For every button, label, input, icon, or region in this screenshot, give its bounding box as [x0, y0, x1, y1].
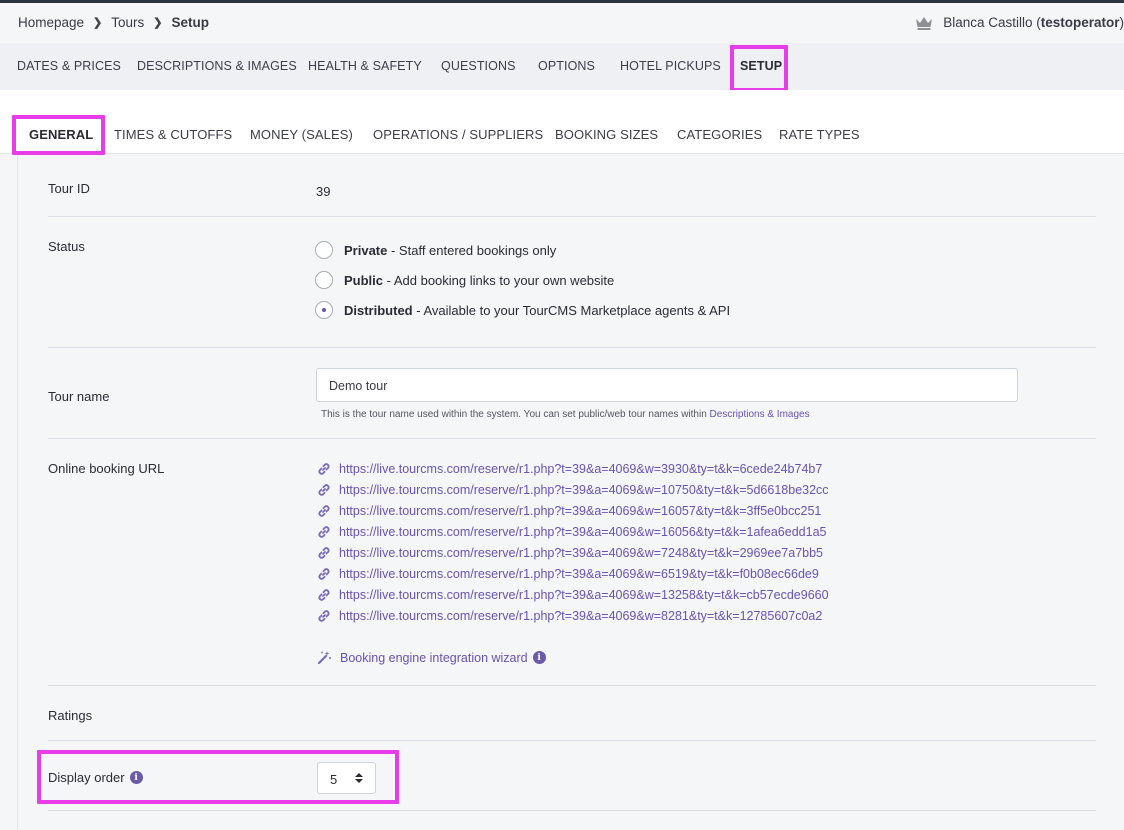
info-icon[interactable]: i — [532, 651, 546, 664]
link-icon — [318, 610, 330, 622]
link-icon — [318, 547, 330, 559]
tab-options[interactable]: OPTIONS — [538, 59, 595, 73]
link-icon — [318, 568, 330, 580]
status-distributed-title: Distributed — [344, 302, 413, 318]
tab-times-cutoffs[interactable]: TIMES & CUTOFFS — [114, 127, 232, 142]
divider — [48, 438, 1096, 439]
link-icon — [318, 463, 330, 475]
link-icon — [318, 589, 330, 601]
user-account-open: ( — [1032, 15, 1041, 30]
divider — [48, 347, 1096, 348]
booking-url-link[interactable]: https://live.tourcms.com/reserve/r1.php?… — [317, 567, 819, 581]
tab-categories[interactable]: CATEGORIES — [677, 127, 762, 142]
tab-hotel-pickups[interactable]: HOTEL PICKUPS — [620, 59, 721, 73]
divider — [48, 216, 1096, 217]
tab-dates-prices[interactable]: DATES & PRICES — [17, 59, 121, 73]
booking-url-link[interactable]: https://live.tourcms.com/reserve/r1.php?… — [317, 462, 822, 476]
breadcrumb: Homepage ❯ Tours ❯ Setup — [18, 15, 209, 30]
booking-url-text[interactable]: https://live.tourcms.com/reserve/r1.php?… — [339, 525, 826, 539]
descriptions-images-link[interactable]: Descriptions & Images — [710, 409, 810, 420]
booking-url-link[interactable]: https://live.tourcms.com/reserve/r1.php?… — [317, 546, 823, 560]
breadcrumb-bar: Homepage ❯ Tours ❯ Setup Blanca Castillo… — [0, 3, 1124, 43]
booking-url-text[interactable]: https://live.tourcms.com/reserve/r1.php?… — [339, 462, 822, 476]
chevron-right-icon: ❯ — [93, 17, 103, 29]
link-icon — [318, 526, 330, 538]
status-distributed-option[interactable]: Distributed - Available to your TourCMS … — [315, 301, 730, 319]
highlight-setup-tab — [730, 45, 788, 92]
tab-questions[interactable]: QUESTIONS — [441, 59, 516, 73]
tour-name-help-text: This is the tour name used within the sy… — [321, 409, 710, 420]
booking-url-link[interactable]: https://live.tourcms.com/reserve/r1.php?… — [317, 483, 829, 497]
tour-id-label: Tour ID — [48, 181, 90, 196]
status-private-radio[interactable] — [315, 241, 333, 259]
tab-health-safety[interactable]: HEALTH & SAFETY — [308, 59, 422, 73]
sub-tabs: GENERAL TIMES & CUTOFFS MONEY (SALES) OP… — [0, 90, 1124, 154]
chevron-right-icon: ❯ — [153, 17, 163, 29]
tour-id-value: 39 — [316, 184, 331, 199]
status-distributed-radio[interactable] — [315, 301, 333, 319]
booking-url-text[interactable]: https://live.tourcms.com/reserve/r1.php?… — [339, 609, 822, 623]
status-public-desc: - Add booking links to your own website — [383, 272, 615, 288]
breadcrumb-tours[interactable]: Tours — [111, 15, 144, 30]
link-icon — [318, 505, 330, 517]
booking-url-text[interactable]: https://live.tourcms.com/reserve/r1.php?… — [339, 546, 823, 560]
booking-url-link[interactable]: https://live.tourcms.com/reserve/r1.php?… — [317, 609, 822, 623]
crown-icon — [916, 16, 933, 30]
status-public-option[interactable]: Public - Add booking links to your own w… — [315, 271, 614, 289]
integration-wizard-link[interactable]: Booking engine integration wizard i — [317, 650, 546, 665]
main-tabs: DATES & PRICES DESCRIPTIONS & IMAGES HEA… — [0, 43, 1124, 90]
breadcrumb-homepage[interactable]: Homepage — [18, 15, 84, 30]
status-private-title: Private — [344, 242, 388, 258]
link-icon — [318, 484, 330, 496]
booking-url-text[interactable]: https://live.tourcms.com/reserve/r1.php?… — [339, 504, 821, 518]
highlight-general-tab — [12, 115, 105, 155]
status-distributed-desc: - Available to your TourCMS Marketplace … — [412, 302, 731, 318]
status-label: Status — [48, 239, 85, 254]
tab-operations-suppliers[interactable]: OPERATIONS / SUPPLIERS — [373, 127, 543, 142]
status-public-title: Public — [344, 272, 384, 288]
tab-rate-types[interactable]: RATE TYPES — [779, 127, 860, 142]
divider — [48, 740, 1096, 741]
breadcrumb-setup: Setup — [171, 15, 210, 30]
booking-url-link[interactable]: https://live.tourcms.com/reserve/r1.php?… — [317, 588, 829, 602]
booking-url-label: Online booking URL — [48, 461, 165, 476]
tab-descriptions-images[interactable]: DESCRIPTIONS & IMAGES — [137, 59, 297, 73]
user-account-close: ) — [1119, 15, 1124, 30]
status-private-desc: - Staff entered bookings only — [387, 242, 557, 258]
booking-url-link[interactable]: https://live.tourcms.com/reserve/r1.php?… — [317, 525, 826, 539]
divider — [48, 685, 1096, 686]
integration-wizard-label[interactable]: Booking engine integration wizard — [340, 651, 528, 665]
divider — [48, 810, 1096, 811]
tour-name-input[interactable]: Demo tour — [316, 368, 1018, 402]
tour-name-label: Tour name — [48, 389, 110, 404]
magic-wand-icon — [317, 651, 331, 665]
ratings-label: Ratings — [48, 708, 93, 723]
tab-booking-sizes[interactable]: BOOKING SIZES — [555, 127, 658, 142]
status-public-radio[interactable] — [315, 271, 333, 289]
tour-name-help: This is the tour name used within the sy… — [321, 409, 810, 420]
user-menu[interactable]: Blanca Castillo (testoperator) — [915, 15, 1124, 30]
status-private-option[interactable]: Private - Staff entered bookings only — [315, 241, 556, 259]
highlight-display-order — [37, 750, 399, 804]
user-name: Blanca Castillo — [943, 15, 1033, 30]
booking-url-text[interactable]: https://live.tourcms.com/reserve/r1.php?… — [339, 483, 829, 497]
user-account: testoperator — [1040, 15, 1120, 30]
booking-url-text[interactable]: https://live.tourcms.com/reserve/r1.php?… — [339, 588, 829, 602]
tab-money-sales[interactable]: MONEY (SALES) — [250, 127, 353, 142]
booking-url-link[interactable]: https://live.tourcms.com/reserve/r1.php?… — [317, 504, 821, 518]
booking-url-text[interactable]: https://live.tourcms.com/reserve/r1.php?… — [339, 567, 819, 581]
